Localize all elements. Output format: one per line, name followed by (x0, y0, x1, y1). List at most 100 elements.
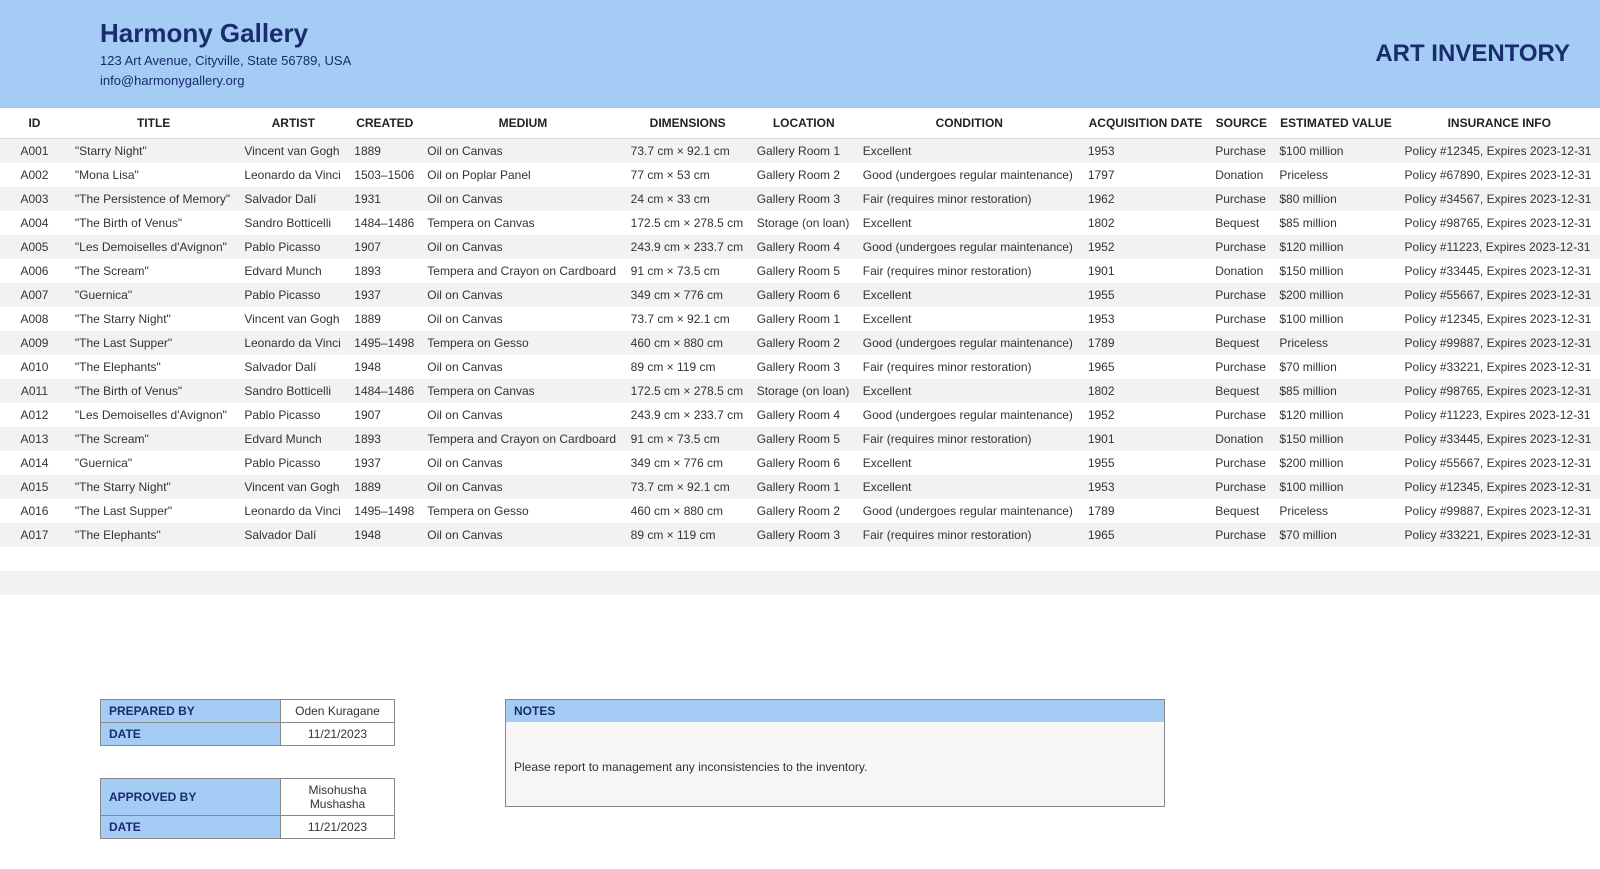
col-created: CREATED (348, 108, 421, 139)
cell-artist: Salvador Dalí (238, 355, 348, 379)
cell-created: 1495–1498 (348, 331, 421, 355)
col-condition: CONDITION (857, 108, 1082, 139)
cell-medium: Tempera on Gesso (421, 331, 624, 355)
cell-acq: 1802 (1082, 211, 1209, 235)
cell-location: Gallery Room 6 (751, 283, 857, 307)
cell-artist: Sandro Botticelli (238, 211, 348, 235)
cell-dimensions: 73.7 cm × 92.1 cm (625, 475, 751, 499)
col-location: LOCATION (751, 108, 857, 139)
cell-source: Donation (1209, 163, 1273, 187)
cell-acq: 1952 (1082, 235, 1209, 259)
cell-source: Donation (1209, 427, 1273, 451)
prepared-date-label: DATE (101, 723, 281, 746)
cell-location: Gallery Room 5 (751, 427, 857, 451)
cell-artist: Edvard Munch (238, 427, 348, 451)
notes-label: NOTES (505, 699, 1165, 722)
cell-source: Purchase (1209, 235, 1273, 259)
cell-location: Gallery Room 3 (751, 355, 857, 379)
col-value: ESTIMATED VALUE (1273, 108, 1398, 139)
cell-created: 1889 (348, 475, 421, 499)
blank-row (0, 547, 1600, 571)
cell-title: "Starry Night" (69, 139, 238, 164)
notes-body: Please report to management any inconsis… (505, 722, 1165, 807)
cell-location: Gallery Room 4 (751, 235, 857, 259)
cell-created: 1889 (348, 307, 421, 331)
cell-source: Purchase (1209, 475, 1273, 499)
col-medium: MEDIUM (421, 108, 624, 139)
table-row: A015"The Starry Night"Vincent van Gogh18… (0, 475, 1600, 499)
cell-source: Purchase (1209, 403, 1273, 427)
cell-value: $150 million (1273, 427, 1398, 451)
cell-artist: Pablo Picasso (238, 235, 348, 259)
cell-artist: Salvador Dalí (238, 187, 348, 211)
cell-insurance: Policy #99887, Expires 2023-12-31 (1399, 499, 1600, 523)
page-title: ART INVENTORY (1375, 40, 1570, 68)
cell-source: Purchase (1209, 307, 1273, 331)
cell-value: $100 million (1273, 475, 1398, 499)
cell-created: 1948 (348, 355, 421, 379)
cell-title: "The Birth of Venus" (69, 211, 238, 235)
cell-created: 1893 (348, 259, 421, 283)
cell-source: Purchase (1209, 139, 1273, 164)
cell-condition: Excellent (857, 307, 1082, 331)
cell-location: Gallery Room 1 (751, 475, 857, 499)
cell-created: 1907 (348, 403, 421, 427)
cell-dimensions: 24 cm × 33 cm (625, 187, 751, 211)
cell-created: 1484–1486 (348, 379, 421, 403)
gallery-address: 123 Art Avenue, Cityville, State 56789, … (100, 51, 351, 71)
cell-value: $80 million (1273, 187, 1398, 211)
cell-created: 1503–1506 (348, 163, 421, 187)
inventory-table: ID TITLE ARTIST CREATED MEDIUM DIMENSION… (0, 108, 1600, 619)
signature-block: PREPARED BY Oden Kuragane DATE 11/21/202… (100, 699, 395, 839)
prepared-by-value: Oden Kuragane (281, 700, 395, 723)
cell-title: "Guernica" (69, 451, 238, 475)
cell-value: $150 million (1273, 259, 1398, 283)
cell-acq: 1965 (1082, 523, 1209, 547)
cell-source: Purchase (1209, 187, 1273, 211)
cell-id: A011 (0, 379, 69, 403)
cell-created: 1937 (348, 451, 421, 475)
cell-title: "Guernica" (69, 283, 238, 307)
table-row: A007"Guernica"Pablo Picasso1937Oil on Ca… (0, 283, 1600, 307)
cell-insurance: Policy #98765, Expires 2023-12-31 (1399, 379, 1600, 403)
col-source: SOURCE (1209, 108, 1273, 139)
cell-insurance: Policy #55667, Expires 2023-12-31 (1399, 283, 1600, 307)
cell-title: "The Scream" (69, 427, 238, 451)
cell-condition: Excellent (857, 451, 1082, 475)
cell-title: "Les Demoiselles d'Avignon" (69, 235, 238, 259)
cell-value: $120 million (1273, 235, 1398, 259)
cell-condition: Excellent (857, 379, 1082, 403)
cell-insurance: Policy #33445, Expires 2023-12-31 (1399, 427, 1600, 451)
cell-created: 1948 (348, 523, 421, 547)
cell-value: $70 million (1273, 355, 1398, 379)
table-row: A008"The Starry Night"Vincent van Gogh18… (0, 307, 1600, 331)
cell-value: $85 million (1273, 379, 1398, 403)
cell-condition: Excellent (857, 475, 1082, 499)
cell-value: Priceless (1273, 499, 1398, 523)
table-row: A013"The Scream"Edvard Munch1893Tempera … (0, 427, 1600, 451)
cell-source: Purchase (1209, 451, 1273, 475)
table-row: A017"The Elephants"Salvador Dalí1948Oil … (0, 523, 1600, 547)
cell-medium: Tempera and Crayon on Cardboard (421, 259, 624, 283)
cell-location: Storage (on loan) (751, 211, 857, 235)
cell-title: "The Starry Night" (69, 475, 238, 499)
cell-acq: 1789 (1082, 331, 1209, 355)
cell-id: A009 (0, 331, 69, 355)
cell-id: A016 (0, 499, 69, 523)
cell-insurance: Policy #67890, Expires 2023-12-31 (1399, 163, 1600, 187)
cell-source: Bequest (1209, 499, 1273, 523)
cell-insurance: Policy #11223, Expires 2023-12-31 (1399, 403, 1600, 427)
cell-medium: Tempera on Canvas (421, 211, 624, 235)
cell-medium: Oil on Canvas (421, 403, 624, 427)
table-row: A003"The Persistence of Memory"Salvador … (0, 187, 1600, 211)
table-row: A016"The Last Supper"Leonardo da Vinci14… (0, 499, 1600, 523)
cell-artist: Leonardo da Vinci (238, 499, 348, 523)
cell-medium: Oil on Canvas (421, 187, 624, 211)
cell-title: "Les Demoiselles d'Avignon" (69, 403, 238, 427)
cell-value: $70 million (1273, 523, 1398, 547)
cell-dimensions: 91 cm × 73.5 cm (625, 427, 751, 451)
cell-created: 1893 (348, 427, 421, 451)
cell-medium: Tempera on Canvas (421, 379, 624, 403)
approved-by-value: Misohusha Mushasha (281, 779, 395, 816)
cell-title: "The Scream" (69, 259, 238, 283)
